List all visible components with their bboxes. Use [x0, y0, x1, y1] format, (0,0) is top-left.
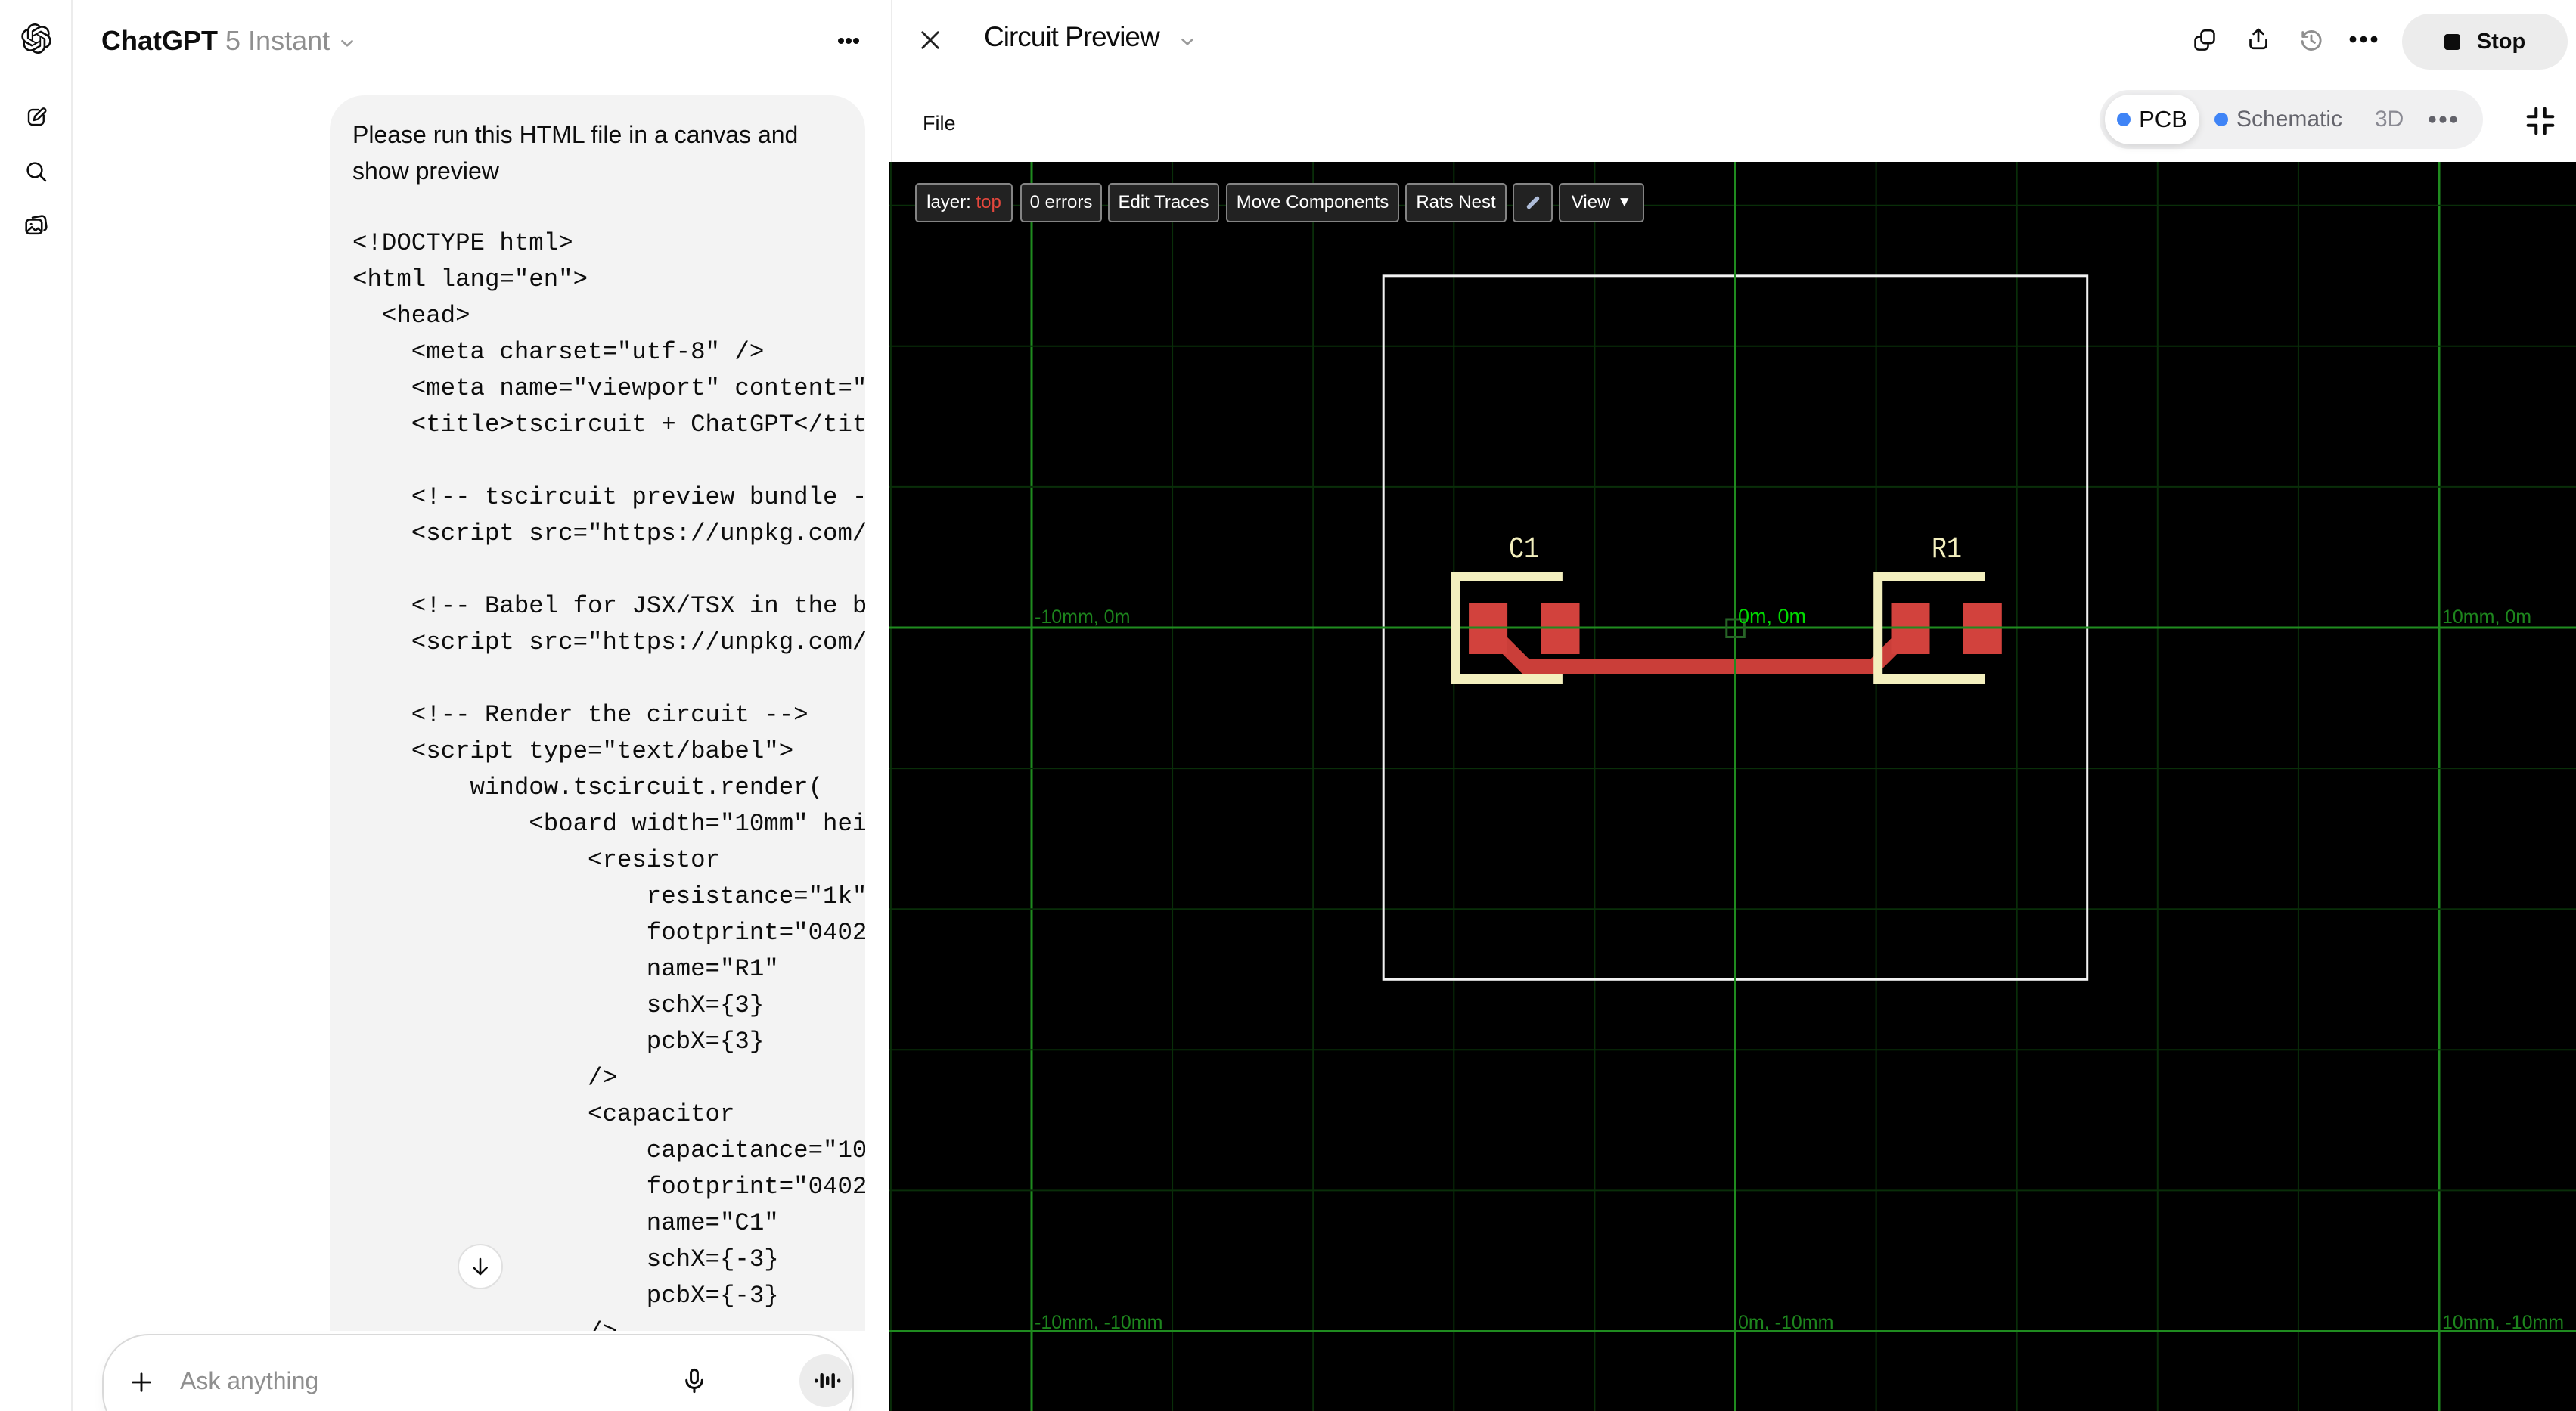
svg-text:-10mm, -10mm: -10mm, -10mm: [1035, 1312, 1162, 1333]
svg-text:R1: R1: [1932, 533, 1962, 567]
svg-text:-10mm, 0m: -10mm, 0m: [1035, 606, 1130, 628]
svg-text:C1: C1: [1509, 533, 1539, 567]
svg-text:0m, -10mm: 0m, -10mm: [1738, 1312, 1833, 1333]
svg-text:10mm, -10mm: 10mm, -10mm: [2442, 1312, 2564, 1333]
svg-text:0m, 0m: 0m, 0m: [1738, 605, 1806, 628]
svg-text:10mm, 0m: 10mm, 0m: [2442, 606, 2531, 628]
